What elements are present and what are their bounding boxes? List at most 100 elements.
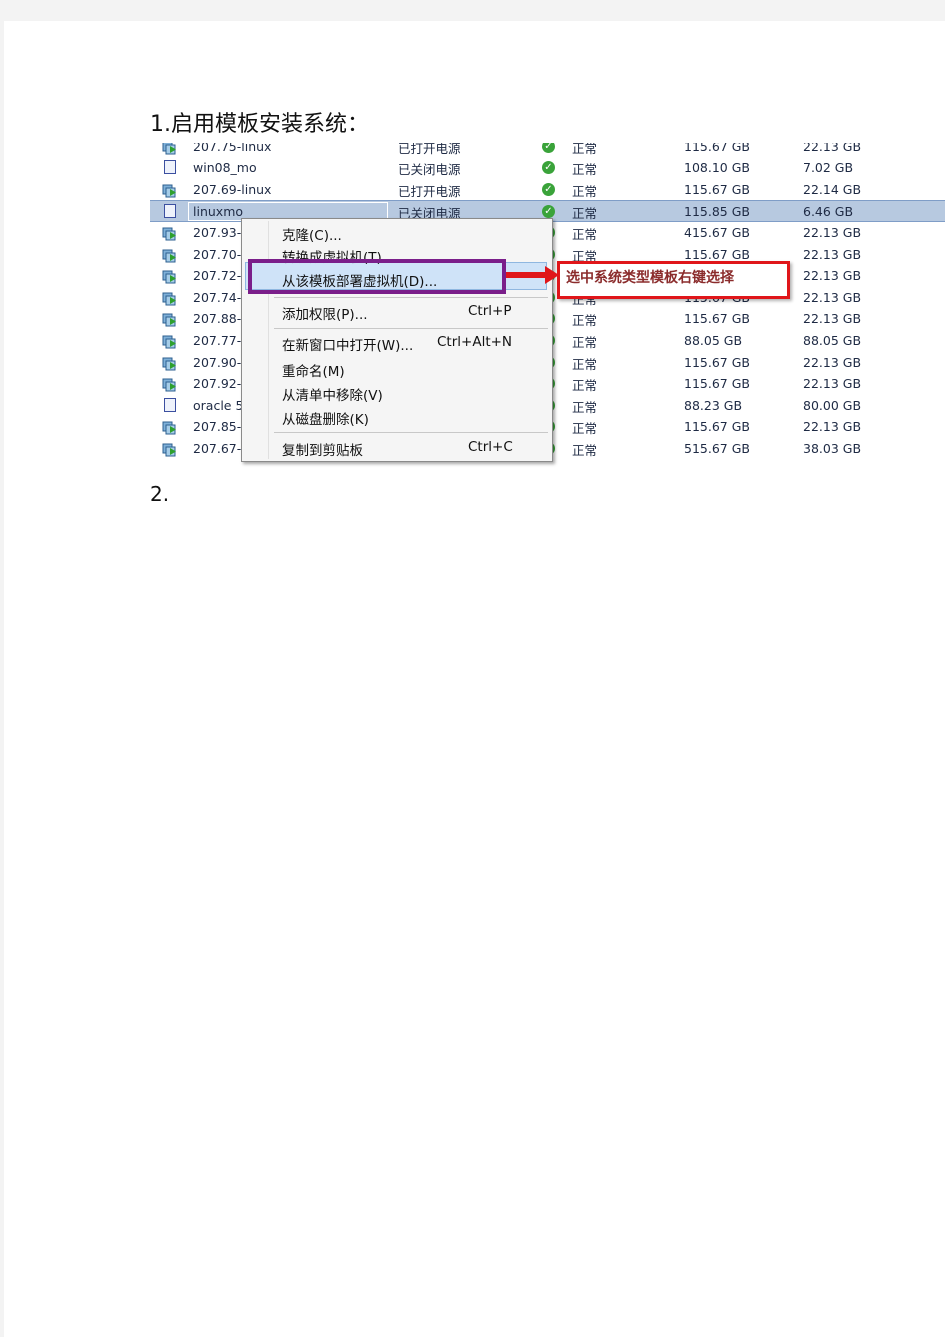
menu-item-label: 添加权限(P)... (282, 307, 368, 323)
menu-item-open-new-window[interactable]: 在新窗口中打开(W)... Ctrl+Alt+N (282, 334, 512, 354)
menu-item-label: 重命名(M) (282, 364, 345, 380)
used-space: 88.05 GB (803, 332, 862, 348)
menu-shortcut: Ctrl+Alt+N (437, 334, 513, 350)
step2-heading: 2. (150, 482, 170, 506)
provisioned-space: 115.67 GB (684, 354, 750, 370)
used-space: 22.13 GB (803, 354, 862, 370)
vm-icon (162, 143, 178, 155)
status-text: 正常 (572, 421, 598, 437)
vm-icon (162, 311, 178, 327)
vm-name: 207.67-l (193, 440, 245, 456)
menu-item-copy-to-clipboard[interactable]: 复制到剪贴板 Ctrl+C (282, 439, 513, 459)
used-space: 38.03 GB (803, 440, 862, 456)
menu-item-label: 从磁盘删除(K) (282, 412, 369, 428)
used-space: 7.02 GB (803, 160, 854, 176)
used-space: 22.13 GB (803, 224, 862, 240)
vm-name: 207.77-c (193, 332, 249, 348)
menu-shortcut: Ctrl+P (468, 303, 512, 319)
status-text: 正常 (572, 378, 598, 394)
status-text: 正常 (572, 442, 598, 458)
table-row[interactable]: 207.75-linux 已打开电源 ✓ 正常 115.67 GB 22.13 GB (150, 143, 945, 157)
vm-name: 207.93-l (193, 224, 245, 240)
menu-item-label: 复制到剪贴板 (282, 443, 363, 459)
used-space: 22.13 GB (803, 143, 862, 154)
provisioned-space: 108.10 GB (684, 160, 750, 176)
menu-gutter (268, 221, 269, 459)
provisioned-space: 115.67 GB (684, 246, 750, 262)
highlight-box (248, 259, 506, 294)
menu-item-label: 克隆(C)... (282, 228, 342, 244)
status-text: 正常 (572, 206, 598, 222)
vm-name: 207.75-linux (193, 143, 272, 154)
used-space: 22.13 GB (803, 311, 862, 327)
status-text: 正常 (572, 143, 598, 156)
vm-name: oracle 5 (193, 397, 244, 413)
provisioned-space: 88.05 GB (684, 332, 743, 348)
used-space: 6.46 GB (803, 204, 854, 220)
vm-name: 207.74-l (193, 289, 245, 305)
menu-separator (274, 432, 548, 433)
provisioned-space: 115.67 GB (684, 311, 750, 327)
used-space: 22.13 GB (803, 268, 862, 284)
provisioned-space: 115.67 GB (684, 143, 750, 154)
vm-icon (162, 247, 178, 263)
vm-icon (162, 376, 178, 392)
vm-name: 207.88-l (193, 311, 245, 327)
status-text: 正常 (572, 226, 598, 242)
used-space: 22.13 GB (803, 289, 862, 305)
menu-shortcut: Ctrl+C (468, 439, 513, 455)
table-row[interactable]: win08_mo 已关闭电源 ✓ 正常 108.10 GB 7.02 GB (150, 157, 945, 179)
provisioned-space: 115.67 GB (684, 181, 750, 197)
provisioned-space: 88.23 GB (684, 397, 743, 413)
vm-icon (162, 268, 178, 284)
annotation-callout: 选中系统类型模板右键选择 (557, 261, 790, 299)
menu-item-rename[interactable]: 重命名(M) (282, 360, 345, 380)
menu-item-delete-from-disk[interactable]: 从磁盘删除(K) (282, 408, 369, 428)
menu-separator (274, 297, 548, 298)
status-text: 正常 (572, 313, 598, 329)
template-icon (162, 204, 178, 220)
status-text: 正常 (572, 399, 598, 415)
status-ok-icon: ✓ (542, 143, 555, 153)
vm-icon (162, 333, 178, 349)
menu-item-remove-from-inventory[interactable]: 从清单中移除(V) (282, 384, 383, 404)
status-text: 正常 (572, 356, 598, 372)
vm-icon (162, 225, 178, 241)
power-state: 已打开电源 (398, 183, 461, 199)
used-space: 22.14 GB (803, 181, 862, 197)
menu-item-clone[interactable]: 克隆(C)... (282, 224, 342, 244)
used-space: 22.13 GB (803, 246, 862, 262)
used-space: 22.13 GB (803, 376, 862, 392)
vm-icon (162, 419, 178, 435)
vm-name: 207.69-linux (193, 181, 272, 197)
template-icon (162, 397, 178, 414)
vm-icon (162, 355, 178, 371)
used-space: 22.13 GB (803, 419, 862, 435)
status-text: 正常 (572, 334, 598, 350)
vm-icon (162, 441, 178, 457)
provisioned-space: 515.67 GB (684, 440, 750, 456)
power-state: 已打开电源 (398, 143, 461, 156)
context-menu: 克隆(C)... 转换成虚拟机(T)... 从该模板部署虚拟机(D)... 添加… (241, 218, 553, 462)
provisioned-space: 115.85 GB (684, 204, 750, 220)
vm-icon (162, 290, 178, 306)
vm-name: 207.70-l (193, 246, 245, 262)
menu-item-label: 在新窗口中打开(W)... (282, 338, 414, 354)
provisioned-space: 415.67 GB (684, 224, 750, 240)
vm-icon (162, 182, 178, 198)
used-space: 80.00 GB (803, 397, 862, 413)
vm-name: 207.90-l (193, 354, 245, 370)
step1-heading: 1.启用模板安装系统： (150, 112, 369, 137)
menu-separator (274, 328, 548, 329)
provisioned-space: 115.67 GB (684, 419, 750, 435)
arrow-shaft (506, 272, 550, 278)
status-ok-icon: ✓ (542, 161, 555, 175)
vm-name: win08_mo (193, 160, 257, 176)
menu-item-add-permission[interactable]: 添加权限(P)... Ctrl+P (282, 303, 511, 323)
vm-name: 207.92-l (193, 376, 245, 392)
table-row[interactable]: 207.69-linux 已打开电源 ✓ 正常 115.67 GB 22.14 GB (150, 179, 945, 201)
vm-name: 207.85-l (193, 419, 245, 435)
template-icon (162, 160, 178, 176)
status-ok-icon: ✓ (542, 205, 555, 219)
vm-name: 207.72-l (193, 268, 245, 284)
